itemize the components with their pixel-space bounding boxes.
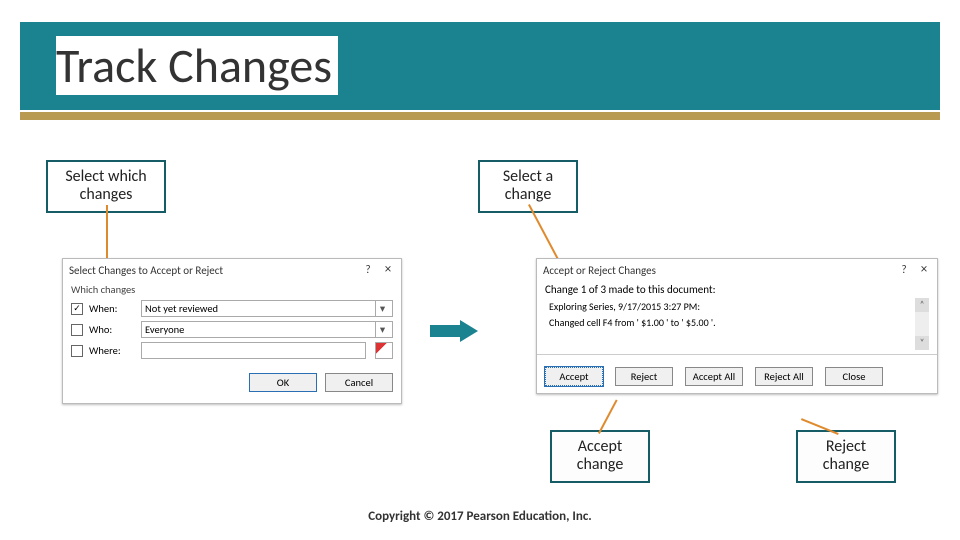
group-label: Which changes <box>71 283 393 296</box>
callout-accept: Accept change <box>550 430 650 483</box>
range-picker-icon[interactable] <box>375 342 393 359</box>
close-button[interactable]: Close <box>825 367 883 386</box>
reject-button[interactable]: Reject <box>615 367 673 386</box>
row-when: ✓ When: Not yet reviewed ▾ <box>71 300 393 317</box>
label-when: When: <box>89 302 135 315</box>
dropdown-when[interactable]: Not yet reviewed ▾ <box>141 300 393 317</box>
dialog-title: Accept or Reject Changes <box>543 264 656 277</box>
scroll-up-icon[interactable]: ˄ <box>915 298 929 312</box>
dialog-select-changes: Select Changes to Accept or Reject ? × W… <box>62 258 402 404</box>
help-icon[interactable]: ? <box>361 263 375 277</box>
callout-reject: Reject change <box>796 430 896 483</box>
dialog-titlebar: Accept or Reject Changes ? × <box>537 259 937 279</box>
label-who: Who: <box>89 323 135 336</box>
cancel-button[interactable]: Cancel <box>325 373 393 392</box>
dialog-accept-reject: Accept or Reject Changes ? × Change 1 of… <box>536 258 938 394</box>
reject-all-button[interactable]: Reject All <box>755 367 813 386</box>
help-icon[interactable]: ? <box>897 263 911 277</box>
row-where: Where: <box>71 342 393 359</box>
flow-arrow <box>430 320 480 342</box>
chevron-down-icon: ▾ <box>375 301 389 316</box>
change-summary: Change 1 of 3 made to this document: <box>545 283 929 296</box>
close-icon[interactable]: × <box>917 263 931 277</box>
checkbox-when[interactable]: ✓ <box>71 303 83 315</box>
label-where: Where: <box>89 344 135 357</box>
dropdown-value: Not yet reviewed <box>145 301 218 316</box>
copyright: Copyright © 2017 Pearson Education, Inc. <box>0 509 960 524</box>
checkbox-where[interactable] <box>71 345 83 357</box>
checkbox-who[interactable] <box>71 324 83 336</box>
change-author-line: Exploring Series, 9/17/2015 3:27 PM: <box>549 300 911 313</box>
scroll-down-icon[interactable]: ˅ <box>915 336 929 350</box>
accept-all-button[interactable]: Accept All <box>685 367 743 386</box>
ok-button[interactable]: OK <box>249 373 317 392</box>
close-icon[interactable]: × <box>381 263 395 277</box>
dialog-title: Select Changes to Accept or Reject <box>69 264 223 277</box>
dropdown-who[interactable]: Everyone ▾ <box>141 321 393 338</box>
divider <box>537 354 937 355</box>
chevron-down-icon: ▾ <box>375 322 389 337</box>
pointer-line <box>598 399 618 433</box>
accent-rule <box>20 112 940 120</box>
accept-button[interactable]: Accept <box>545 367 603 386</box>
row-who: Who: Everyone ▾ <box>71 321 393 338</box>
dropdown-value: Everyone <box>145 322 184 337</box>
change-detail: Changed cell F4 from ' $1.00 ' to ' $5.0… <box>549 316 911 329</box>
dialog-titlebar: Select Changes to Accept or Reject ? × <box>63 259 401 279</box>
change-list: Exploring Series, 9/17/2015 3:27 PM: Cha… <box>545 298 929 350</box>
input-where[interactable] <box>141 342 366 359</box>
page-title: Track Changes <box>56 36 338 95</box>
